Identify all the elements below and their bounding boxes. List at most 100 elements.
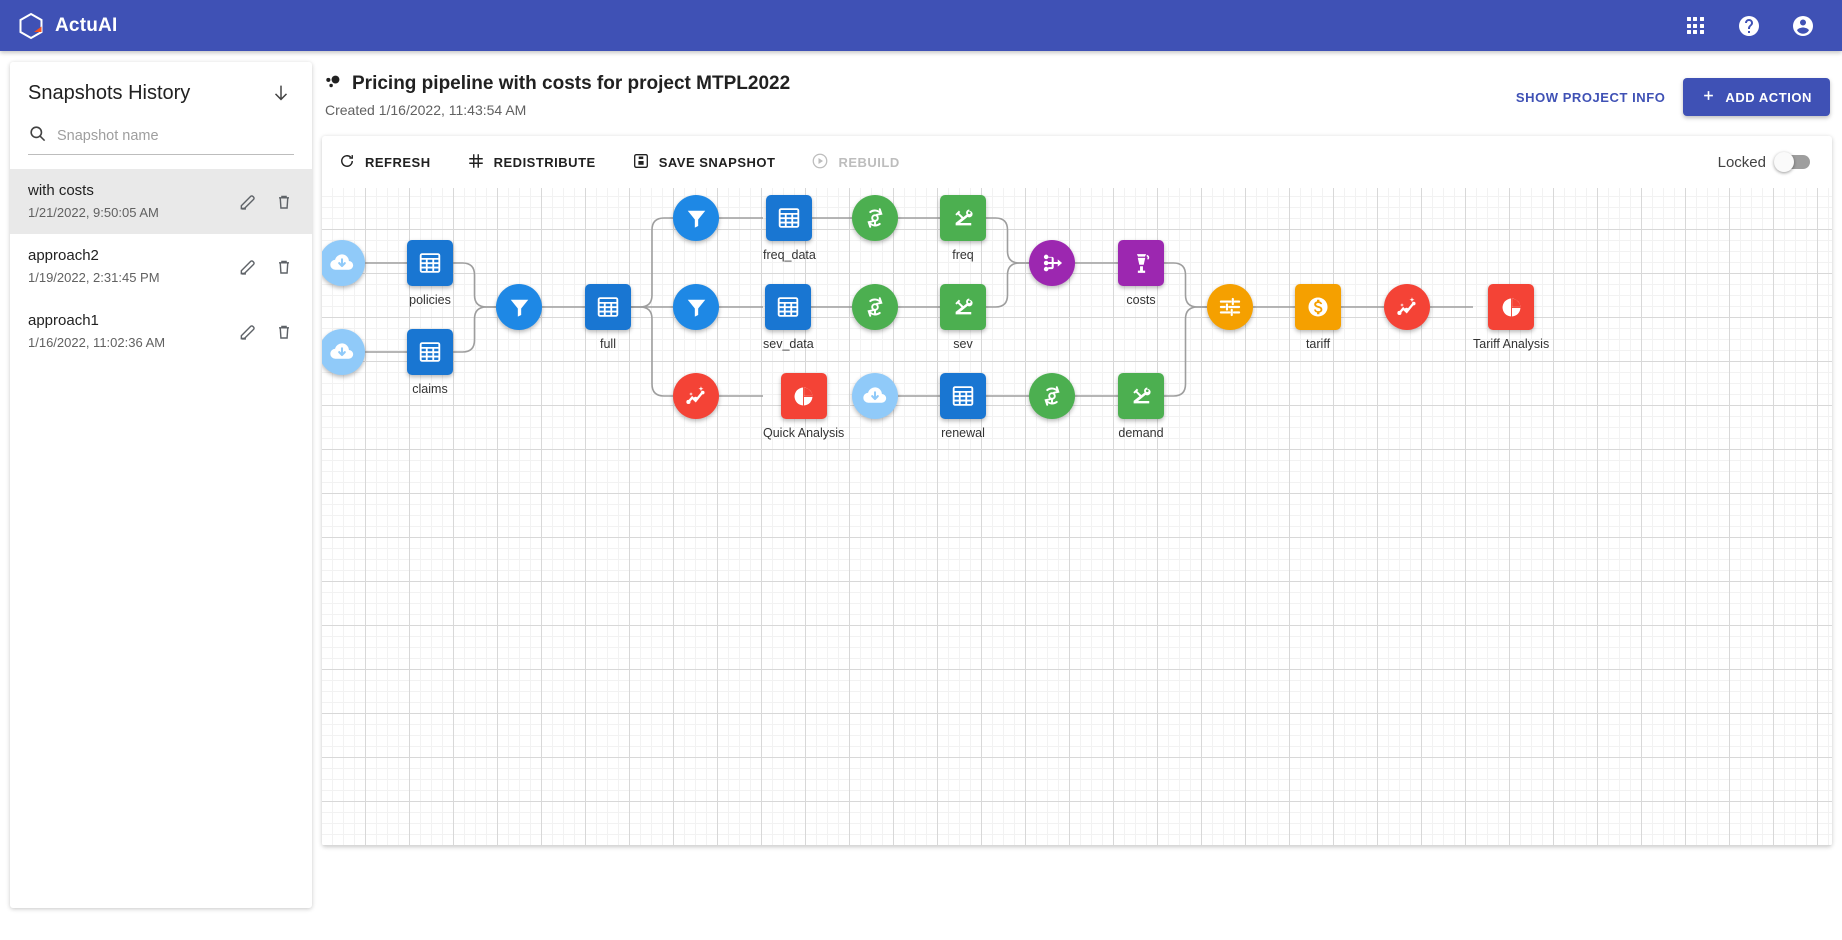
graph-node-sev_data[interactable]: sev_data: [763, 284, 814, 351]
graph-edges: [322, 188, 1832, 846]
snapshot-date: 1/19/2022, 2:31:45 PM: [28, 268, 160, 287]
rebuild-label: REBUILD: [838, 155, 899, 170]
page-subtitle: Created 1/16/2022, 11:43:54 AM: [325, 102, 790, 118]
graph-node-filter-freq[interactable]: [673, 195, 719, 241]
robot-arm-icon: [1118, 373, 1164, 419]
snapshot-name: approach2: [28, 246, 160, 266]
pipeline-canvas-card: REFRESH REDISTRIBUTE SAVE SNAPSHOT REBUI…: [322, 136, 1832, 846]
tune-sliders-icon: [1207, 284, 1253, 330]
plus-icon: [1701, 88, 1716, 106]
graph-node-quick[interactable]: Quick Analysis: [763, 373, 844, 440]
cloud-download-icon: [322, 329, 365, 375]
graph-node-model-sev[interactable]: [852, 284, 898, 330]
list-item[interactable]: approach2 1/19/2022, 2:31:45 PM: [10, 234, 312, 299]
app-bar: ActuAI: [0, 0, 1842, 51]
table-grid-icon: [940, 373, 986, 419]
graph-edge: [1164, 263, 1207, 307]
node-label: Tariff Analysis: [1473, 337, 1549, 351]
pencil-edit-icon[interactable]: [238, 192, 258, 212]
graph-node-tune[interactable]: [1207, 284, 1253, 330]
node-label: policies: [409, 293, 451, 307]
graph-node-tariff-an[interactable]: Tariff Analysis: [1473, 284, 1549, 351]
node-label: demand: [1118, 426, 1163, 440]
graph-edge: [986, 218, 1029, 263]
trash-delete-icon[interactable]: [274, 322, 294, 342]
node-label: Quick Analysis: [763, 426, 844, 440]
pencil-edit-icon[interactable]: [238, 257, 258, 277]
graph-edge: [631, 218, 673, 307]
refresh-icon: [338, 152, 356, 173]
arrow-down-icon[interactable]: [268, 80, 294, 106]
filter-funnel-icon: [496, 284, 542, 330]
lock-toggle[interactable]: [1776, 155, 1810, 169]
table-grid-icon: [766, 195, 812, 241]
save-icon: [632, 152, 650, 173]
trash-delete-icon[interactable]: [274, 192, 294, 212]
graph-node-demand[interactable]: demand: [1118, 373, 1164, 440]
pipeline-header: Pricing pipeline with costs for project …: [322, 62, 1832, 124]
row-actions: [238, 322, 294, 342]
graph-node-ins-tariff[interactable]: [1384, 284, 1430, 330]
brand-name: ActuAI: [55, 15, 117, 37]
graph-node-sev[interactable]: sev: [940, 284, 986, 351]
hexagon-logo-icon: [18, 12, 44, 40]
grid-icon: [467, 152, 485, 173]
page-title: Pricing pipeline with costs for project …: [324, 72, 790, 96]
node-label: renewal: [941, 426, 985, 440]
graph-node-tariff[interactable]: tariff: [1295, 284, 1341, 351]
redistribute-label: REDISTRIBUTE: [494, 155, 596, 170]
graph-node-quick-ins[interactable]: [673, 373, 719, 419]
node-label: sev: [953, 337, 972, 351]
help-circle-icon[interactable]: [1736, 13, 1762, 39]
show-project-info-button[interactable]: SHOW PROJECT INFO: [1516, 90, 1665, 105]
snapshot-name: with costs: [28, 181, 159, 201]
account-circle-icon[interactable]: [1790, 13, 1816, 39]
snapshot-search[interactable]: [28, 124, 294, 155]
graph-node-src-claims[interactable]: [322, 329, 365, 375]
apps-grid-icon[interactable]: [1682, 13, 1708, 39]
graph-node-freq[interactable]: freq: [940, 195, 986, 262]
node-label: sev_data: [763, 337, 814, 351]
main-panel: Pricing pipeline with costs for project …: [322, 62, 1832, 908]
graph-node-costs[interactable]: costs: [1118, 240, 1164, 307]
appbar-actions: [1682, 13, 1816, 39]
redistribute-button[interactable]: REDISTRIBUTE: [467, 152, 596, 173]
graph-node-model-freq[interactable]: [852, 195, 898, 241]
save-snapshot-button[interactable]: SAVE SNAPSHOT: [632, 152, 776, 173]
rebuild-button: REBUILD: [811, 152, 899, 173]
graph-node-filter-sev[interactable]: [673, 284, 719, 330]
pipeline-graph[interactable]: policies claims full freq_data freq sev_data s…: [322, 188, 1832, 846]
pie-chart-icon: [781, 373, 827, 419]
node-label: full: [600, 337, 616, 351]
graph-edge: [631, 307, 673, 396]
dollar-coin-icon: [1295, 284, 1341, 330]
brand[interactable]: ActuAI: [18, 12, 117, 40]
table-grid-icon: [407, 240, 453, 286]
trash-delete-icon[interactable]: [274, 257, 294, 277]
graph-node-src-renewal[interactable]: [852, 373, 898, 419]
pencil-edit-icon[interactable]: [238, 322, 258, 342]
list-item[interactable]: approach1 1/16/2022, 11:02:36 AM: [10, 299, 312, 364]
auto-graph-icon: [1384, 284, 1430, 330]
table-grid-icon: [585, 284, 631, 330]
sidebar-title: Snapshots History: [28, 82, 190, 105]
add-action-button[interactable]: ADD ACTION: [1683, 78, 1830, 116]
graph-node-join-filter[interactable]: [496, 284, 542, 330]
graph-node-model-dem[interactable]: [1029, 373, 1075, 419]
filter-funnel-icon: [673, 195, 719, 241]
graph-node-policies[interactable]: policies: [407, 240, 453, 307]
search-input[interactable]: [57, 128, 294, 144]
graph-node-merge[interactable]: [1029, 240, 1075, 286]
snapshots-sidebar: Snapshots History with costs 1/21/2022, …: [10, 62, 312, 908]
header-actions: SHOW PROJECT INFO ADD ACTION: [1516, 72, 1830, 116]
graph-node-freq_data[interactable]: freq_data: [763, 195, 816, 262]
play-circle-icon: [811, 152, 829, 173]
graph-node-full[interactable]: full: [585, 284, 631, 351]
sidebar-header: Snapshots History: [10, 62, 312, 112]
graph-node-renewal[interactable]: renewal: [940, 373, 986, 440]
lock-label: Locked: [1718, 154, 1766, 171]
graph-node-claims[interactable]: claims: [407, 329, 453, 396]
graph-node-src-policies[interactable]: [322, 240, 365, 286]
refresh-button[interactable]: REFRESH: [338, 152, 431, 173]
list-item[interactable]: with costs 1/21/2022, 9:50:05 AM: [10, 169, 312, 234]
